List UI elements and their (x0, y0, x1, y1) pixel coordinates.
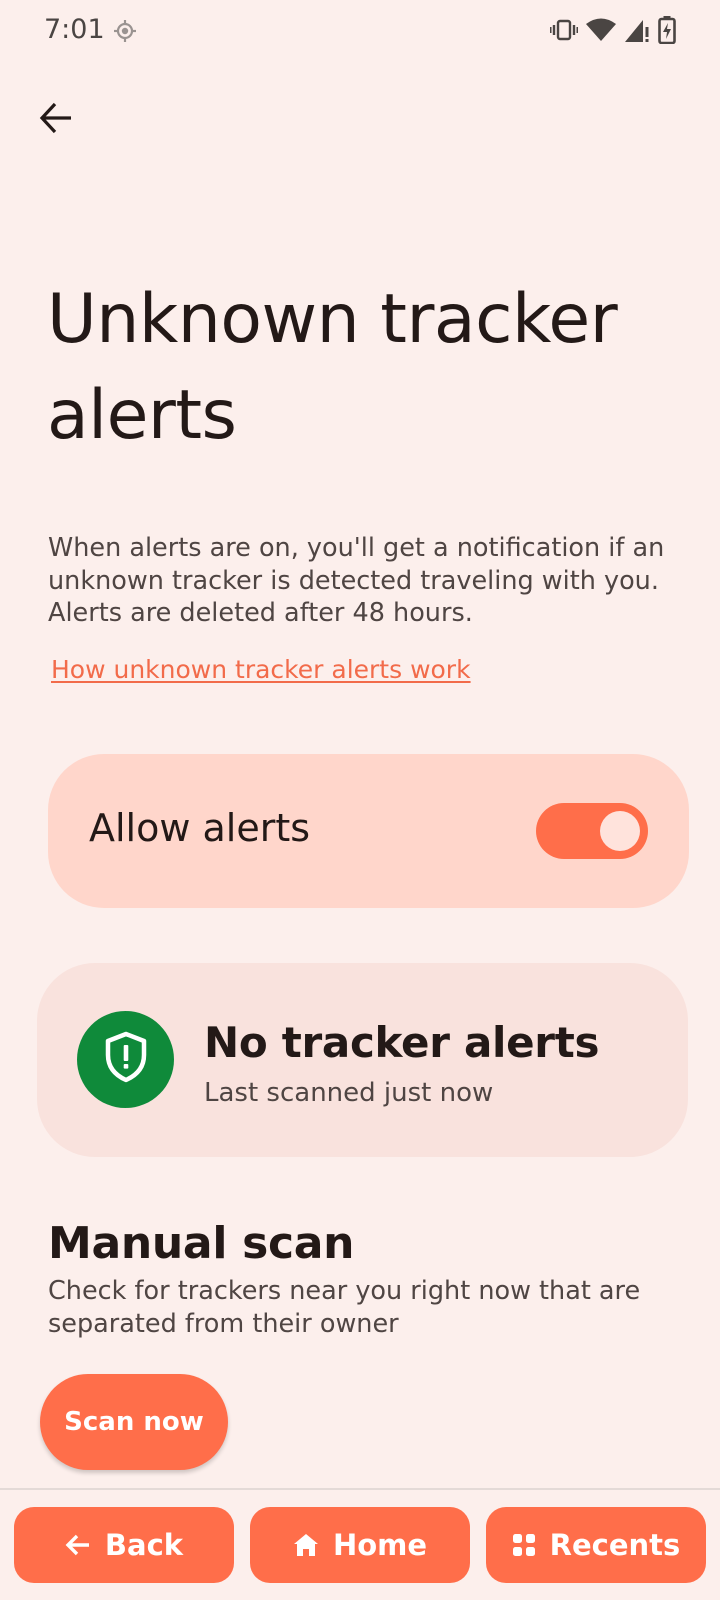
signal-icon (624, 17, 650, 43)
page-description: When alerts are on, you'll get a notific… (48, 533, 665, 628)
manual-scan-description: Check for trackers near you right now th… (48, 1276, 641, 1339)
nav-back-button[interactable]: Back (14, 1507, 234, 1583)
wifi-icon (586, 18, 616, 42)
location-icon (113, 19, 137, 43)
shield-badge (77, 1011, 174, 1108)
page-title: Unknown tracker alerts (47, 280, 618, 455)
nav-home-button[interactable]: Home (250, 1507, 470, 1583)
toggle-knob (600, 811, 640, 851)
shield-icon (102, 1030, 150, 1089)
nav-recents-button[interactable]: Recents (486, 1507, 706, 1583)
allow-alerts-toggle[interactable] (536, 803, 648, 859)
help-link[interactable]: How unknown tracker alerts work (51, 655, 471, 684)
status-time: 7:01 (44, 14, 105, 45)
allow-alerts-label: Allow alerts (89, 806, 311, 850)
battery-charging-icon (658, 16, 676, 44)
scan-now-button[interactable]: Scan now (40, 1374, 228, 1470)
vibrate-icon (550, 18, 578, 42)
back-arrow-icon[interactable] (34, 96, 78, 140)
status-icons (550, 15, 676, 45)
home-icon (293, 1532, 319, 1558)
tracker-status-card: No tracker alerts Last scanned just now (37, 963, 688, 1157)
back-arrow-icon (65, 1533, 91, 1557)
manual-scan-title: Manual scan (48, 1218, 355, 1269)
nav-back-label: Back (104, 1528, 184, 1562)
status-subtext: Last scanned just now (204, 1078, 494, 1108)
status-heading: No tracker alerts (204, 1018, 600, 1067)
allow-alerts-card[interactable]: Allow alerts (48, 754, 689, 908)
nav-home-label: Home (332, 1528, 428, 1562)
nav-recents-label: Recents (549, 1528, 681, 1562)
recents-icon (512, 1533, 536, 1557)
status-bar: 7:01 (0, 0, 720, 60)
navigation-bar: Back Home Recents (0, 1488, 720, 1600)
